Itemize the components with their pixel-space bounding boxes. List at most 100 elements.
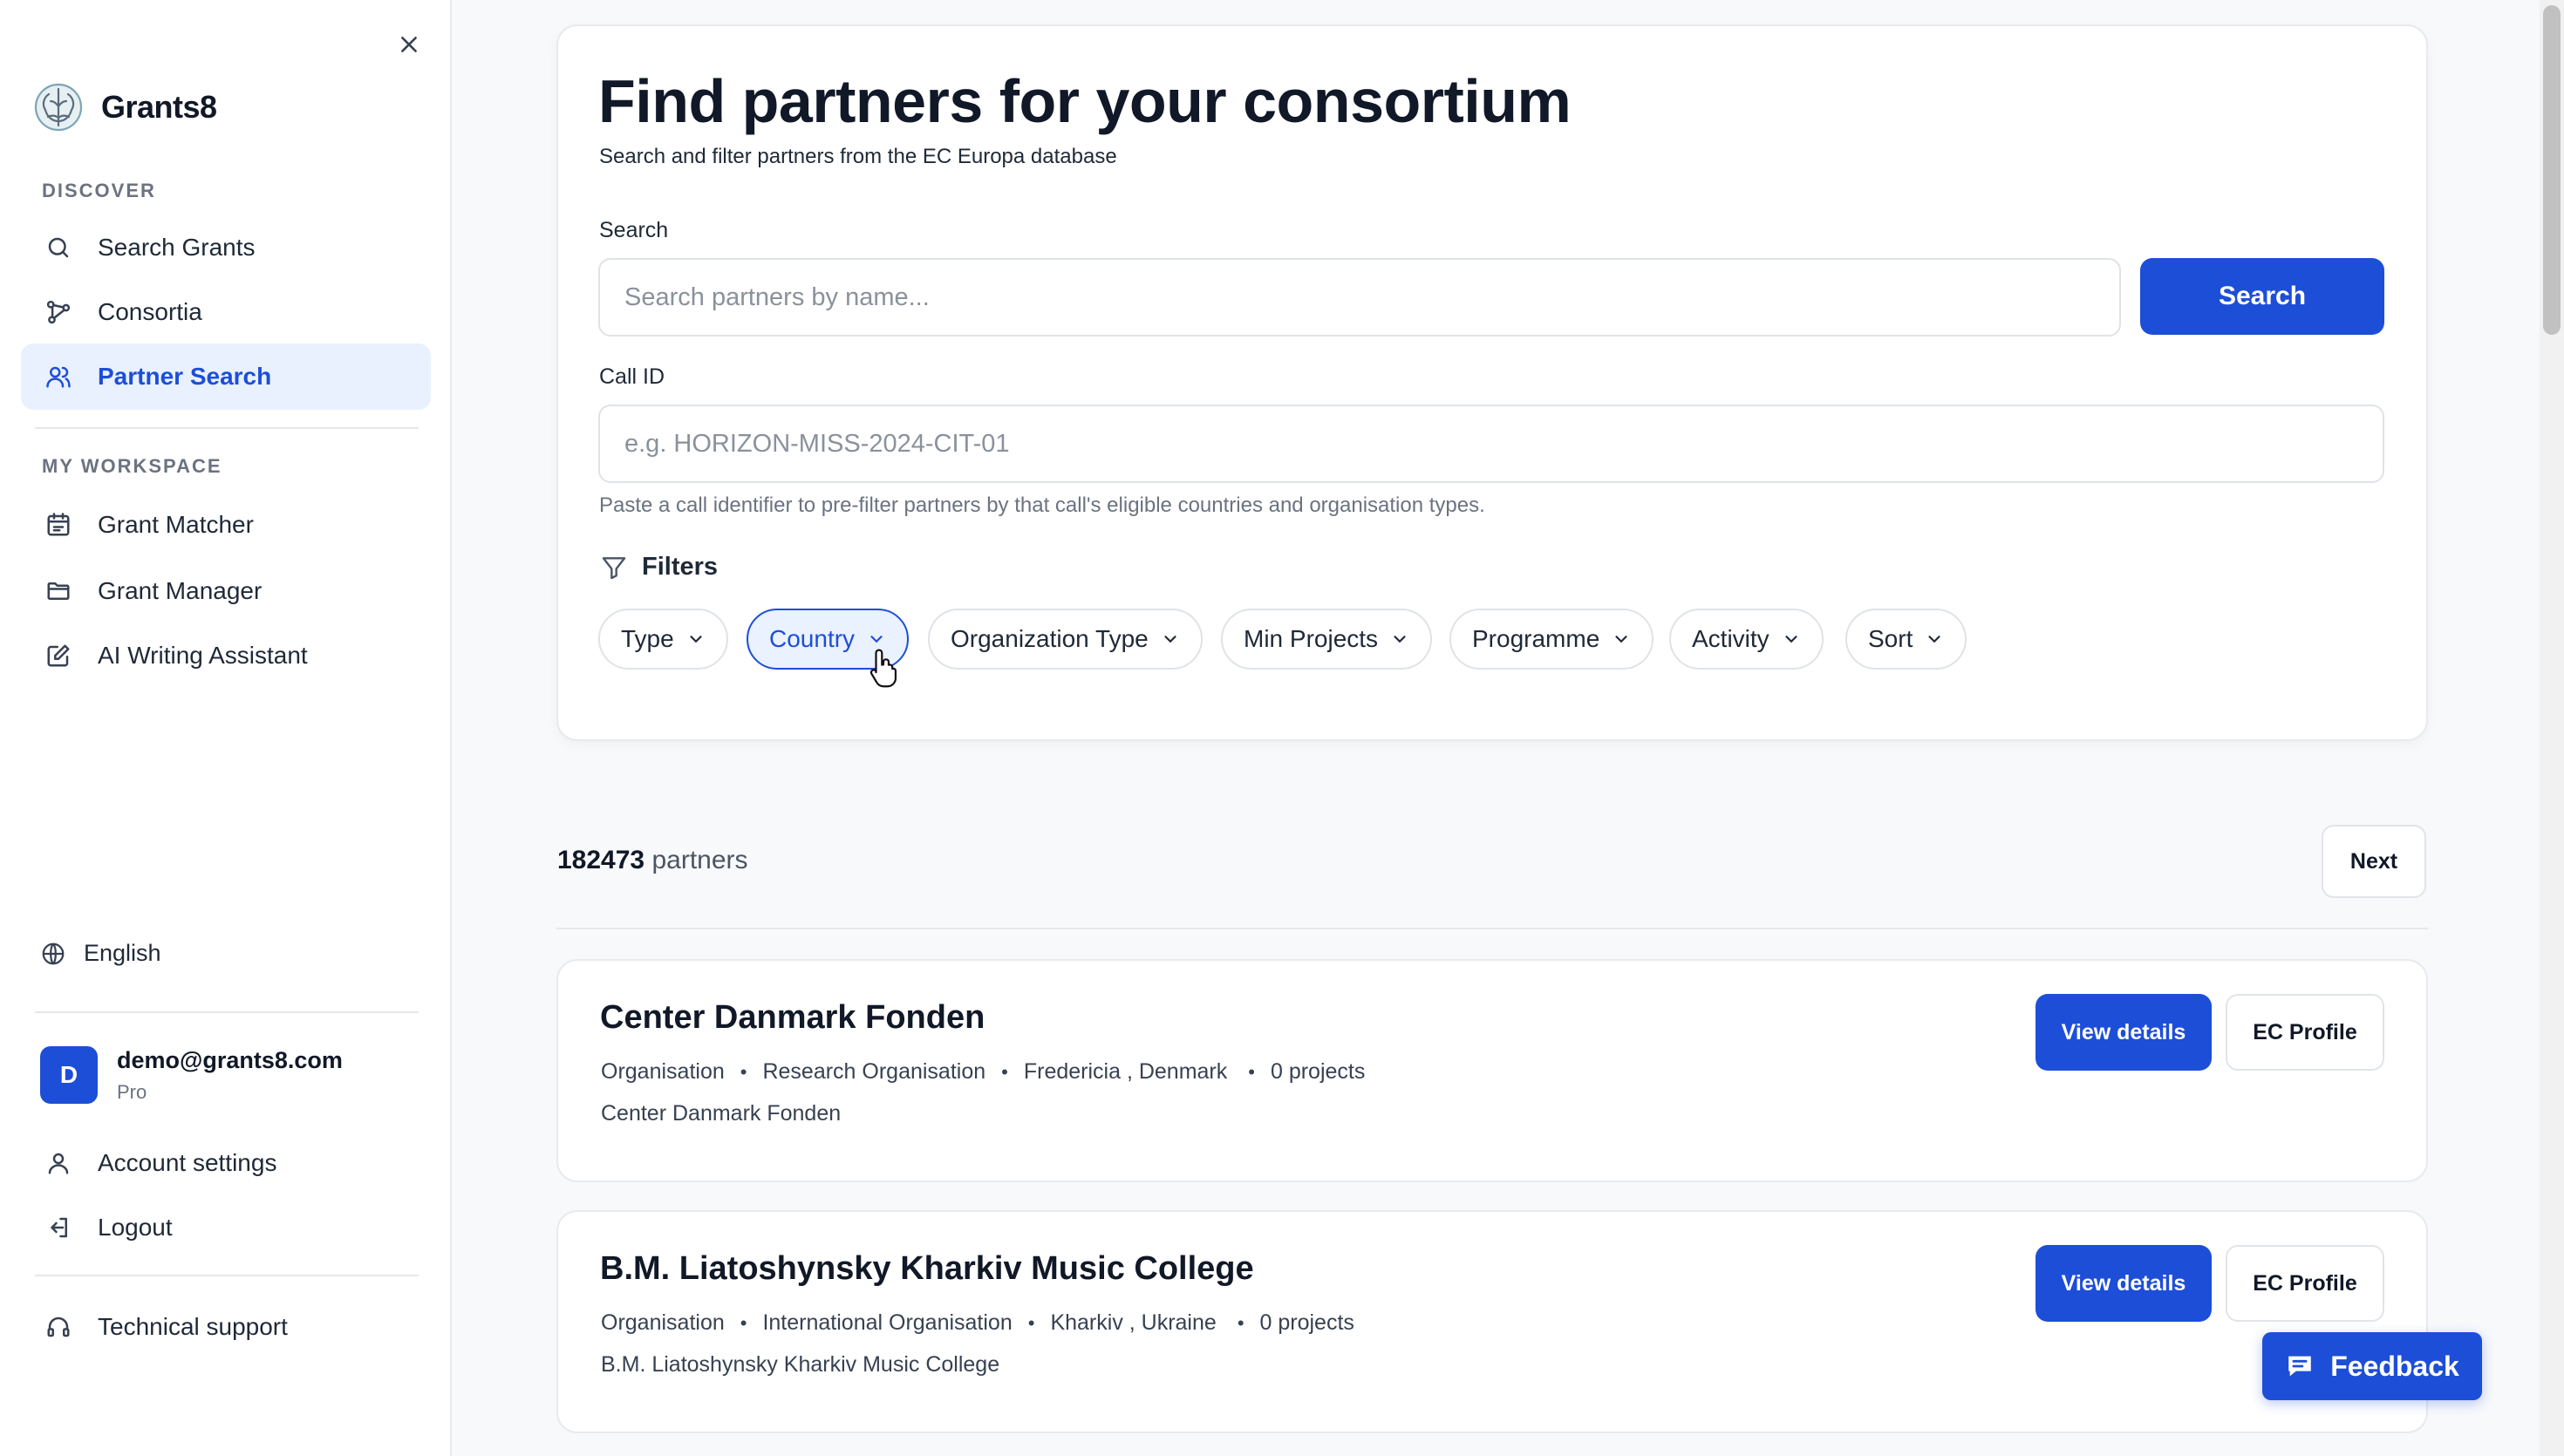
chevron-down-icon — [1785, 636, 1797, 643]
nav-label: Grant Manager — [98, 577, 263, 604]
folder-icon — [44, 576, 73, 606]
chevron-down-icon — [1928, 636, 1940, 643]
next-page-button[interactable]: Next — [2322, 825, 2426, 898]
separator-dot: • — [1237, 1311, 1244, 1334]
feedback-label: Feedback — [2330, 1350, 2459, 1382]
filter-label: Type — [621, 625, 674, 652]
nav-item-grant-manager[interactable]: Grant Manager — [21, 558, 431, 624]
nav-item-account-settings[interactable]: Account settings — [21, 1130, 431, 1196]
search-button[interactable]: Search — [2140, 258, 2384, 335]
partner-kind: Organisation — [601, 1310, 725, 1335]
user-icon — [44, 1148, 73, 1178]
chevron-down-icon — [1615, 636, 1627, 643]
user-email: demo@grants8.com — [117, 1046, 343, 1073]
avatar: D — [40, 1046, 98, 1104]
nav-label: Consortia — [98, 298, 202, 325]
partner-name: Center Danmark Fonden — [600, 999, 985, 1036]
nav-item-search-grants[interactable]: Search Grants — [21, 214, 431, 281]
logout-icon — [44, 1213, 73, 1242]
feedback-button[interactable]: Feedback — [2262, 1332, 2482, 1400]
nav-item-ai-writing-assistant[interactable]: AI Writing Assistant — [21, 623, 431, 689]
filter-sort[interactable]: Sort — [1845, 609, 1967, 670]
search-icon — [44, 233, 73, 262]
nav-item-partner-search[interactable]: Partner Search — [21, 344, 431, 410]
nav-item-consortia[interactable]: Consortia — [21, 279, 431, 345]
divider — [35, 427, 419, 429]
nav-label: Grant Matcher — [98, 511, 254, 538]
filter-activity[interactable]: Activity — [1669, 609, 1824, 670]
close-icon — [401, 37, 417, 52]
partner-location: Fredericia , Denmark — [1023, 1059, 1228, 1084]
call-id-label: Call ID — [599, 364, 665, 389]
filter-type[interactable]: Type — [598, 609, 728, 670]
globe-icon — [42, 942, 65, 964]
search-input[interactable] — [598, 258, 2121, 337]
language-selector[interactable]: English — [40, 940, 161, 967]
call-id-input[interactable] — [598, 405, 2384, 483]
partner-projects: 0 projects — [1259, 1310, 1354, 1335]
calendar-check-icon — [44, 510, 73, 540]
filter-min-projects[interactable]: Min Projects — [1221, 609, 1433, 670]
filter-label: Activity — [1692, 625, 1770, 652]
ec-profile-button[interactable]: EC Profile — [2226, 994, 2384, 1071]
divider — [35, 1275, 419, 1276]
nav-label: Technical support — [98, 1313, 288, 1340]
partner-description: B.M. Liatoshynsky Kharkiv Music College — [601, 1352, 1000, 1377]
filter-label: Min Projects — [1244, 625, 1379, 652]
chevron-down-icon — [870, 636, 883, 643]
language-label: English — [84, 940, 161, 966]
results-count: 182473 partners — [557, 846, 748, 875]
filter-label: Organization Type — [951, 625, 1149, 652]
filters-label: Filters — [642, 553, 719, 581]
filter-organization-type[interactable]: Organization Type — [928, 609, 1203, 670]
call-id-hint: Paste a call identifier to pre-filter pa… — [599, 493, 1485, 517]
filters-heading: Filters — [600, 553, 718, 582]
user-plan: Pro — [117, 1080, 147, 1103]
edit-icon — [44, 641, 73, 670]
results-count-suffix: partners — [651, 846, 748, 874]
separator-dot: • — [740, 1060, 747, 1083]
user-profile[interactable]: D demo@grants8.com Pro — [40, 1046, 343, 1104]
partner-description: Center Danmark Fonden — [601, 1101, 842, 1126]
network-icon — [44, 297, 73, 327]
nav-label: Account settings — [98, 1149, 277, 1176]
partner-kind: Organisation — [601, 1059, 725, 1084]
chat-icon — [2288, 1356, 2311, 1377]
page-title: Find partners for your consortium — [598, 67, 1572, 135]
section-label-discover: DISCOVER — [42, 180, 156, 201]
partner-org-type: Research Organisation — [762, 1059, 986, 1084]
filter-label: Programme — [1472, 625, 1600, 652]
nav-label: AI Writing Assistant — [98, 642, 308, 669]
filter-label: Country — [769, 625, 856, 652]
partner-projects: 0 projects — [1270, 1059, 1366, 1084]
scrollbar-thumb[interactable] — [2543, 5, 2561, 335]
nav-item-grant-matcher[interactable]: Grant Matcher — [21, 492, 431, 558]
nav-label: Partner Search — [98, 363, 272, 390]
ec-profile-button[interactable]: EC Profile — [2226, 1245, 2384, 1322]
view-details-button[interactable]: View details — [2036, 994, 2212, 1071]
brain-logo-icon — [34, 83, 83, 132]
sidebar: Grants8 DISCOVER Search Grants Consortia… — [0, 0, 452, 1456]
filter-label: Sort — [1868, 625, 1913, 652]
separator-dot: • — [1001, 1060, 1008, 1083]
filter-country[interactable]: Country — [747, 609, 910, 670]
partner-location: Kharkiv , Ukraine — [1050, 1310, 1217, 1335]
separator-dot: • — [740, 1311, 747, 1334]
section-label-workspace: MY WORKSPACE — [42, 455, 222, 477]
users-icon — [44, 362, 73, 391]
view-details-button[interactable]: View details — [2036, 1245, 2212, 1322]
chevron-down-icon — [1394, 636, 1406, 643]
nav-item-logout[interactable]: Logout — [21, 1194, 431, 1261]
filter-programme[interactable]: Programme — [1449, 609, 1654, 670]
partner-meta: Organisation • Research Organisation • Fre… — [601, 1059, 1365, 1085]
nav-label: Logout — [98, 1214, 173, 1241]
chevron-down-icon — [690, 636, 702, 643]
close-sidebar-button[interactable] — [391, 26, 427, 63]
headset-icon — [44, 1312, 73, 1342]
divider — [556, 928, 2428, 929]
nav-label: Search Grants — [98, 234, 256, 261]
chevron-down-icon — [1164, 636, 1176, 643]
brand-name: Grants8 — [101, 89, 217, 125]
brand[interactable]: Grants8 — [33, 82, 217, 133]
nav-item-technical-support[interactable]: Technical support — [21, 1294, 431, 1360]
